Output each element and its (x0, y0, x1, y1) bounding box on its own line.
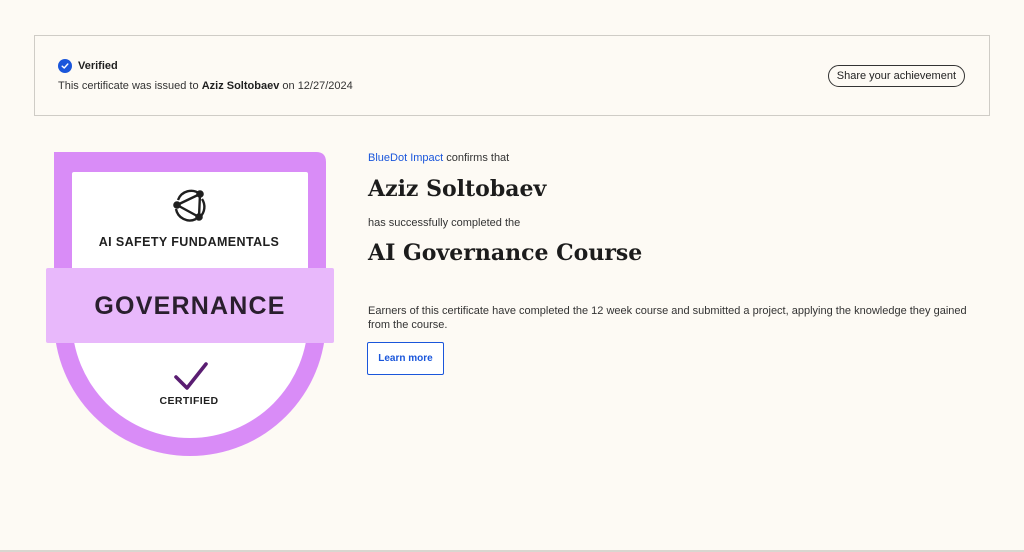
course-title: AI Governance Course (368, 240, 643, 266)
completed-text: has successfully completed the (368, 217, 521, 229)
certificate-badge: AI SAFETY FUNDAMENTALS GOVERNANCE CERTIF… (44, 152, 336, 462)
certificate-description: Earners of this certificate have complet… (368, 305, 967, 331)
share-achievement-button[interactable]: Share your achievement (827, 65, 965, 87)
verified-label: Verified (78, 60, 118, 72)
badge-track-label: GOVERNANCE (94, 292, 285, 320)
issue-date: 12/27/2024 (297, 80, 353, 92)
issuer-line: BlueDot Impact confirms that (368, 152, 510, 164)
issued-to-text: This certificate was issued to Aziz Solt… (58, 80, 353, 92)
verification-banner: Verified This certificate was issued to … (34, 35, 990, 116)
learn-more-button[interactable]: Learn more (367, 342, 444, 375)
badge-program-label: AI SAFETY FUNDAMENTALS (99, 235, 280, 249)
issuer-name: BlueDot Impact (368, 152, 444, 164)
badge-status-label: CERTIFIED (159, 395, 218, 407)
verified-status: Verified (58, 59, 118, 73)
recipient-name: Aziz Soltobaev (368, 176, 547, 202)
issued-recipient: Aziz Soltobaev (201, 80, 280, 92)
verified-check-icon (58, 59, 72, 73)
